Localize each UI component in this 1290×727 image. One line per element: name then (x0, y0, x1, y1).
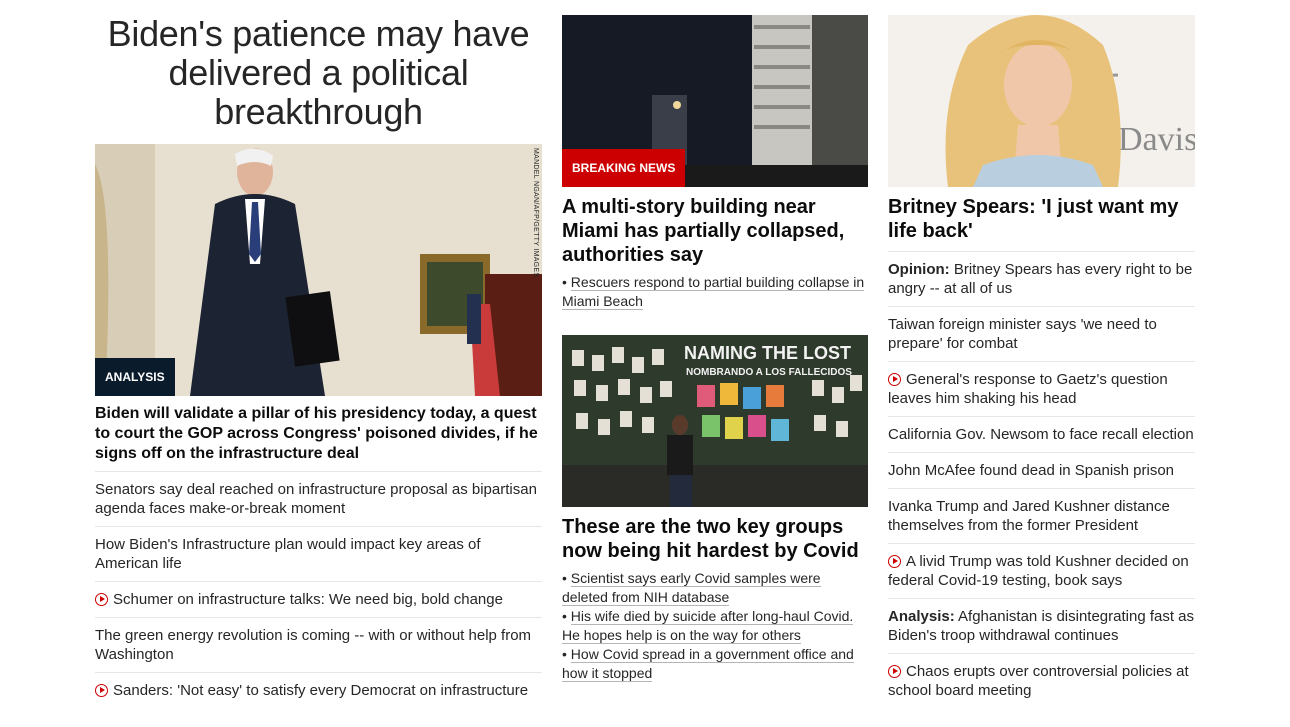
play-video-icon (95, 684, 108, 697)
bullet-link[interactable]: Scientist says early Covid samples were … (562, 570, 821, 606)
list-item[interactable]: Schumer on infrastructure talks: We need… (95, 581, 542, 617)
list-item-link[interactable]: John McAfee found dead in Spanish prison (888, 462, 1174, 479)
list-item-link[interactable]: California Gov. Newsom to face recall el… (888, 426, 1194, 443)
list-item[interactable]: Ivanka Trump and Jared Kushner distance … (888, 488, 1195, 543)
right-list: Opinion: Britney Spears has every right … (888, 251, 1195, 708)
memorial-sign-subtext: NOMBRANDO A LOS FALLECIDOS (686, 367, 852, 378)
britney-image[interactable]: Davis (888, 15, 1195, 187)
item-prefix: Opinion: (888, 261, 950, 278)
list-item-link[interactable]: General's response to Gaetz's question l… (888, 371, 1168, 407)
lead-headline: Biden will validate a pillar of his pres… (95, 404, 542, 464)
analysis-label: ANALYSIS (95, 358, 175, 396)
list-item[interactable]: General's response to Gaetz's question l… (888, 361, 1195, 416)
lead-title-link[interactable]: Biden's patience may have delivered a po… (108, 13, 530, 132)
play-video-icon (888, 555, 901, 568)
list-item[interactable]: A livid Trump was told Kushner decided o… (888, 543, 1195, 598)
building-collapse-image[interactable]: BREAKING NEWS (562, 15, 868, 187)
list-item[interactable]: Opinion: Britney Spears has every right … (888, 251, 1195, 306)
bullet-link[interactable]: His wife died by suicide after long-haul… (562, 608, 854, 644)
list-item-link[interactable]: Taiwan foreign minister says 'we need to… (888, 316, 1157, 352)
bullet-item[interactable]: • Rescuers respond to partial building c… (562, 273, 868, 311)
list-item[interactable]: How Biden's Infrastructure plan would im… (95, 526, 542, 581)
image-credit: MANDEL NGAN/AFP/GETTY IMAGES (532, 148, 539, 278)
covid-headline-link[interactable]: These are the two key groups now being h… (562, 516, 859, 562)
memorial-sign-text: NAMING THE LOST (684, 343, 851, 363)
list-item-link[interactable]: A livid Trump was told Kushner decided o… (888, 553, 1189, 589)
backdrop-logo-text: Davis (1118, 121, 1195, 158)
bullet-item[interactable]: • How Covid spread in a government offic… (562, 645, 868, 683)
list-item[interactable]: Sanders: 'Not easy' to satisfy every Dem… (95, 672, 542, 708)
list-item[interactable]: The green energy revolution is coming --… (95, 617, 542, 672)
britney-headline: Britney Spears: 'I just want my life bac… (888, 195, 1195, 243)
collapse-headline-link[interactable]: A multi-story building near Miami has pa… (562, 196, 844, 266)
lead-title: Biden's patience may have delivered a po… (95, 14, 542, 131)
list-item-link[interactable]: Schumer on infrastructure talks: We need… (113, 591, 503, 608)
memorial-image-art: NAMING THE LOST NOMBRANDO A LOS FALLECID… (562, 335, 868, 507)
list-item-link[interactable]: Sanders: 'Not easy' to satisfy every Dem… (113, 682, 528, 699)
list-item-link[interactable]: Chaos erupts over controversial policies… (888, 663, 1189, 699)
list-item-link[interactable]: Ivanka Trump and Jared Kushner distance … (888, 498, 1170, 534)
bullet-item[interactable]: • His wife died by suicide after long-ha… (562, 607, 868, 645)
list-item-link[interactable]: The green energy revolution is coming --… (95, 627, 531, 663)
bullet-item[interactable]: • Scientist says early Covid samples wer… (562, 569, 868, 607)
lead-column: Biden's patience may have delivered a po… (95, 0, 542, 708)
covid-memorial-image[interactable]: NAMING THE LOST NOMBRANDO A LOS FALLECID… (562, 335, 868, 507)
britney-headline-link[interactable]: Britney Spears: 'I just want my life bac… (888, 196, 1178, 242)
list-item-link[interactable]: How Biden's Infrastructure plan would im… (95, 536, 481, 572)
bullet-link[interactable]: Rescuers respond to partial building col… (562, 274, 865, 310)
covid-headline: These are the two key groups now being h… (562, 515, 868, 563)
list-item-link[interactable]: Senators say deal reached on infrastruct… (95, 481, 537, 517)
list-item[interactable]: Taiwan foreign minister says 'we need to… (888, 306, 1195, 361)
middle-column: BREAKING NEWS A multi-story building nea… (562, 0, 868, 683)
play-video-icon (888, 373, 901, 386)
item-prefix: Analysis: (888, 608, 955, 625)
lead-image[interactable]: MANDEL NGAN/AFP/GETTY IMAGES ANALYSIS (95, 144, 542, 396)
collapse-bullets: • Rescuers respond to partial building c… (562, 273, 868, 311)
bullet-link[interactable]: How Covid spread in a government office … (562, 646, 854, 682)
list-item[interactable]: John McAfee found dead in Spanish prison (888, 452, 1195, 488)
list-item[interactable]: Senators say deal reached on infrastruct… (95, 471, 542, 526)
breaking-news-label: BREAKING NEWS (562, 149, 686, 187)
britney-image-art: Davis (888, 15, 1195, 187)
play-video-icon (95, 593, 108, 606)
list-item[interactable]: Chaos erupts over controversial policies… (888, 653, 1195, 708)
lead-headline-link[interactable]: Biden will validate a pillar of his pres… (95, 405, 538, 462)
play-video-icon (888, 665, 901, 678)
right-column: Davis Britney Spears: 'I just want my li… (888, 0, 1195, 708)
collapse-headline: A multi-story building near Miami has pa… (562, 195, 868, 267)
list-item[interactable]: Analysis: Afghanistan is disintegrating … (888, 598, 1195, 653)
lead-related-list: Senators say deal reached on infrastruct… (95, 471, 542, 708)
list-item[interactable]: California Gov. Newsom to face recall el… (888, 416, 1195, 452)
covid-bullets: • Scientist says early Covid samples wer… (562, 569, 868, 683)
